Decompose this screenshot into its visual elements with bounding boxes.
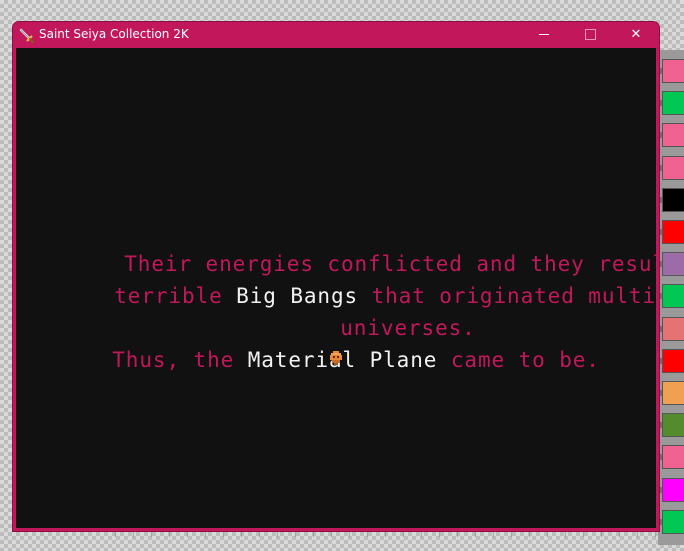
desktop-ruler [115,531,660,537]
color-swatch[interactable] [662,91,684,116]
color-swatch[interactable] [662,316,684,341]
color-swatch[interactable] [662,123,684,148]
color-swatch[interactable] [662,445,684,470]
color-swatch[interactable] [662,187,684,212]
close-button[interactable]: ✕ [613,22,659,47]
story-line-4: Thus, the Material Plane came to be. [31,324,600,396]
story-text: terrible [114,284,237,308]
color-swatch[interactable] [662,252,684,277]
color-swatch[interactable] [662,220,684,244]
story-text: Thus, the [112,348,248,372]
color-swatch[interactable] [662,509,684,534]
app-window: Saint Seiya Collection 2K ✕ Their energi… [13,22,659,531]
close-icon: ✕ [630,27,642,42]
color-swatch[interactable] [662,477,684,502]
window-title: Saint Seiya Collection 2K [39,27,189,41]
story-text: came to be. [437,348,600,372]
minimize-icon [539,34,549,35]
color-swatch[interactable] [662,59,684,83]
advance-cursor-icon[interactable] [330,351,342,365]
color-swatch[interactable] [662,284,684,309]
color-swatch[interactable] [662,381,684,405]
game-screen[interactable]: Their energies conflicted and they resul… [16,48,656,528]
maximize-icon [584,29,596,40]
color-swatch[interactable] [662,155,684,180]
desktop-color-palette [658,50,684,545]
sword-icon [19,28,34,43]
minimize-button[interactable] [521,22,567,47]
maximize-button[interactable] [567,22,613,47]
title-bar[interactable]: Saint Seiya Collection 2K ✕ [13,22,659,47]
color-swatch[interactable] [662,413,684,438]
highlighted-term: Material Plane [247,348,438,372]
color-swatch[interactable] [662,348,684,373]
